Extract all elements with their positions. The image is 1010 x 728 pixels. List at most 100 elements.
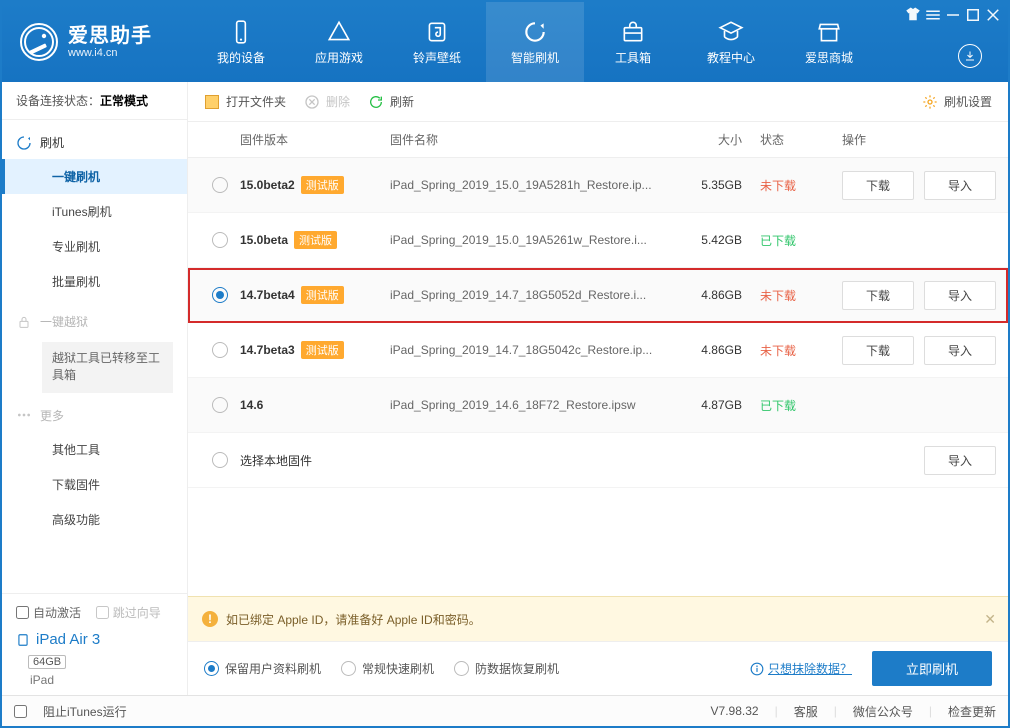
app-url: www.i4.cn	[68, 47, 152, 59]
table-row-local[interactable]: 选择本地固件 导入	[188, 433, 1008, 488]
gear-icon	[922, 94, 938, 110]
option-anti-recovery[interactable]: 防数据恢复刷机	[454, 660, 559, 677]
import-button[interactable]: 导入	[924, 336, 996, 365]
import-button[interactable]: 导入	[924, 281, 996, 310]
beta-badge: 测试版	[301, 341, 344, 359]
check-update-link[interactable]: 检查更新	[948, 703, 996, 720]
firmware-status: 未下载	[750, 287, 830, 304]
firmware-size: 4.87GB	[680, 398, 750, 412]
delete-button[interactable]: 删除	[304, 93, 350, 110]
firmware-version: 15.0beta2测试版	[240, 176, 390, 194]
beta-badge: 测试版	[301, 176, 344, 194]
radio[interactable]	[341, 661, 356, 676]
skin-icon[interactable]	[904, 6, 922, 24]
flash-now-button[interactable]: 立即刷机	[872, 651, 992, 686]
menu-icon[interactable]	[924, 6, 942, 24]
refresh-button[interactable]: 刷新	[368, 93, 414, 110]
table-row[interactable]: 15.0beta测试版iPad_Spring_2019_15.0_19A5261…	[188, 213, 1008, 268]
sidebar-item-pro[interactable]: 专业刷机	[2, 229, 187, 264]
download-button[interactable]	[958, 44, 982, 68]
app-logo: 爱思助手 www.i4.cn	[2, 2, 192, 82]
more-icon	[16, 407, 32, 423]
nav-label: 工具箱	[615, 49, 651, 66]
sidebar-item-other-tools[interactable]: 其他工具	[2, 432, 187, 467]
open-folder-button[interactable]: 打开文件夹	[204, 93, 286, 110]
radio[interactable]	[212, 452, 228, 468]
wechat-link[interactable]: 微信公众号	[853, 703, 913, 720]
device-storage: 64GB	[28, 655, 66, 669]
skip-guide-label: 跳过向导	[113, 604, 161, 621]
nav-label: 应用游戏	[315, 49, 363, 66]
firmware-name: iPad_Spring_2019_15.0_19A5281h_Restore.i…	[390, 178, 680, 192]
sidebar-item-itunes[interactable]: iTunes刷机	[2, 194, 187, 229]
nav-tutorials[interactable]: 教程中心	[682, 2, 780, 82]
logo-icon	[20, 23, 58, 61]
sidebar-group-jailbreak[interactable]: 一键越狱	[2, 305, 187, 338]
firmware-size: 4.86GB	[680, 343, 750, 357]
device-name[interactable]: iPad Air 3	[16, 631, 173, 648]
block-itunes-label: 阻止iTunes运行	[43, 703, 127, 720]
option-keep-data[interactable]: 保留用户资料刷机	[204, 660, 321, 677]
firmware-size: 5.42GB	[680, 233, 750, 247]
lock-icon	[16, 314, 32, 330]
radio[interactable]	[212, 342, 228, 358]
download-button[interactable]: 下载	[842, 336, 914, 365]
import-button[interactable]: 导入	[924, 171, 996, 200]
flash-settings-button[interactable]: 刷机设置	[922, 93, 992, 110]
nav-label: 教程中心	[707, 49, 755, 66]
customer-service-link[interactable]: 客服	[794, 703, 818, 720]
block-itunes-checkbox[interactable]	[14, 705, 27, 718]
firmware-name: iPad_Spring_2019_15.0_19A5261w_Restore.i…	[390, 233, 680, 247]
nav-flash[interactable]: 智能刷机	[486, 2, 584, 82]
maximize-icon[interactable]	[964, 6, 982, 24]
warning-icon: !	[202, 611, 218, 627]
nav-label: 爱思商城	[805, 49, 853, 66]
radio[interactable]	[204, 661, 219, 676]
nav-apps[interactable]: 应用游戏	[290, 2, 388, 82]
table-row[interactable]: 14.7beta3测试版iPad_Spring_2019_14.7_18G504…	[188, 323, 1008, 378]
nav-toolbox[interactable]: 工具箱	[584, 2, 682, 82]
firmware-version: 14.6	[240, 398, 390, 412]
firmware-name: iPad_Spring_2019_14.6_18F72_Restore.ipsw	[390, 398, 680, 412]
pin-icon[interactable]	[944, 6, 962, 24]
radio[interactable]	[212, 287, 228, 303]
app-name: 爱思助手	[68, 26, 152, 47]
firmware-status: 已下载	[750, 232, 830, 249]
nav-my-device[interactable]: 我的设备	[192, 2, 290, 82]
radio[interactable]	[212, 232, 228, 248]
sidebar-item-download-fw[interactable]: 下载固件	[2, 467, 187, 502]
info-icon	[750, 662, 764, 676]
option-normal[interactable]: 常规快速刷机	[341, 660, 434, 677]
firmware-version: 15.0beta测试版	[240, 231, 390, 249]
sidebar-jailbreak-notice[interactable]: 越狱工具已转移至工具箱	[42, 342, 173, 393]
sidebar-item-advanced[interactable]: 高级功能	[2, 502, 187, 537]
firmware-version: 14.7beta4测试版	[240, 286, 390, 304]
flash-icon	[16, 135, 32, 151]
close-icon[interactable]	[984, 6, 1002, 24]
auto-activate-label: 自动激活	[33, 604, 81, 621]
beta-badge: 测试版	[294, 231, 337, 249]
download-button[interactable]: 下载	[842, 171, 914, 200]
nav-store[interactable]: 爱思商城	[780, 2, 878, 82]
connection-status: 设备连接状态：正常模式	[2, 82, 187, 120]
table-row[interactable]: 15.0beta2测试版iPad_Spring_2019_15.0_19A528…	[188, 158, 1008, 213]
auto-activate-checkbox[interactable]	[16, 606, 29, 619]
table-row[interactable]: 14.6iPad_Spring_2019_14.6_18F72_Restore.…	[188, 378, 1008, 433]
refresh-icon	[368, 94, 384, 110]
erase-link[interactable]: 只想抹除数据？	[750, 660, 852, 677]
skip-guide-checkbox[interactable]	[96, 606, 109, 619]
radio[interactable]	[212, 397, 228, 413]
sidebar-item-oneclick[interactable]: 一键刷机	[2, 159, 187, 194]
radio[interactable]	[454, 661, 469, 676]
table-header: 固件版本 固件名称 大小 状态 操作	[188, 122, 1008, 158]
download-button[interactable]: 下载	[842, 281, 914, 310]
sidebar-group-flash[interactable]: 刷机	[2, 126, 187, 159]
sidebar-item-batch[interactable]: 批量刷机	[2, 264, 187, 299]
close-warning-button[interactable]: ✕	[984, 611, 996, 628]
sidebar-group-more[interactable]: 更多	[2, 399, 187, 432]
version-label: V7.98.32	[711, 704, 759, 718]
nav-ringtones[interactable]: 铃声壁纸	[388, 2, 486, 82]
radio[interactable]	[212, 177, 228, 193]
import-button[interactable]: 导入	[924, 446, 996, 475]
table-row[interactable]: 14.7beta4测试版iPad_Spring_2019_14.7_18G505…	[188, 268, 1008, 323]
